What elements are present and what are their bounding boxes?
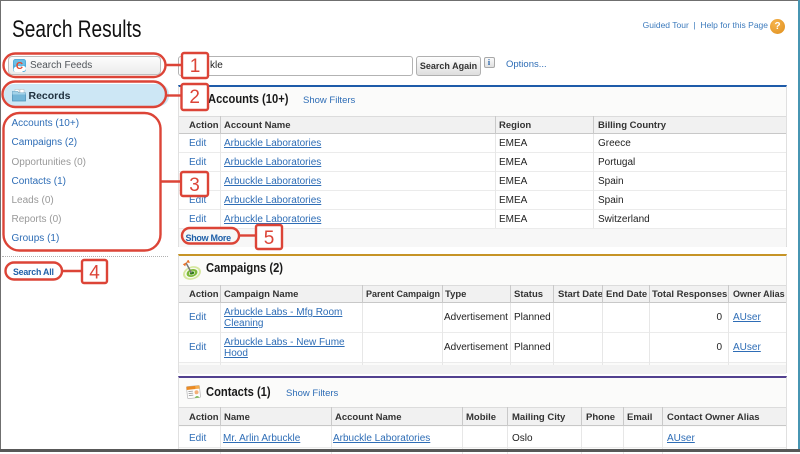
svg-text:1: 1: [190, 56, 201, 77]
svg-text:2: 2: [189, 87, 200, 108]
svg-text:5: 5: [264, 228, 275, 249]
svg-text:4: 4: [89, 263, 100, 284]
svg-text:3: 3: [189, 175, 200, 196]
